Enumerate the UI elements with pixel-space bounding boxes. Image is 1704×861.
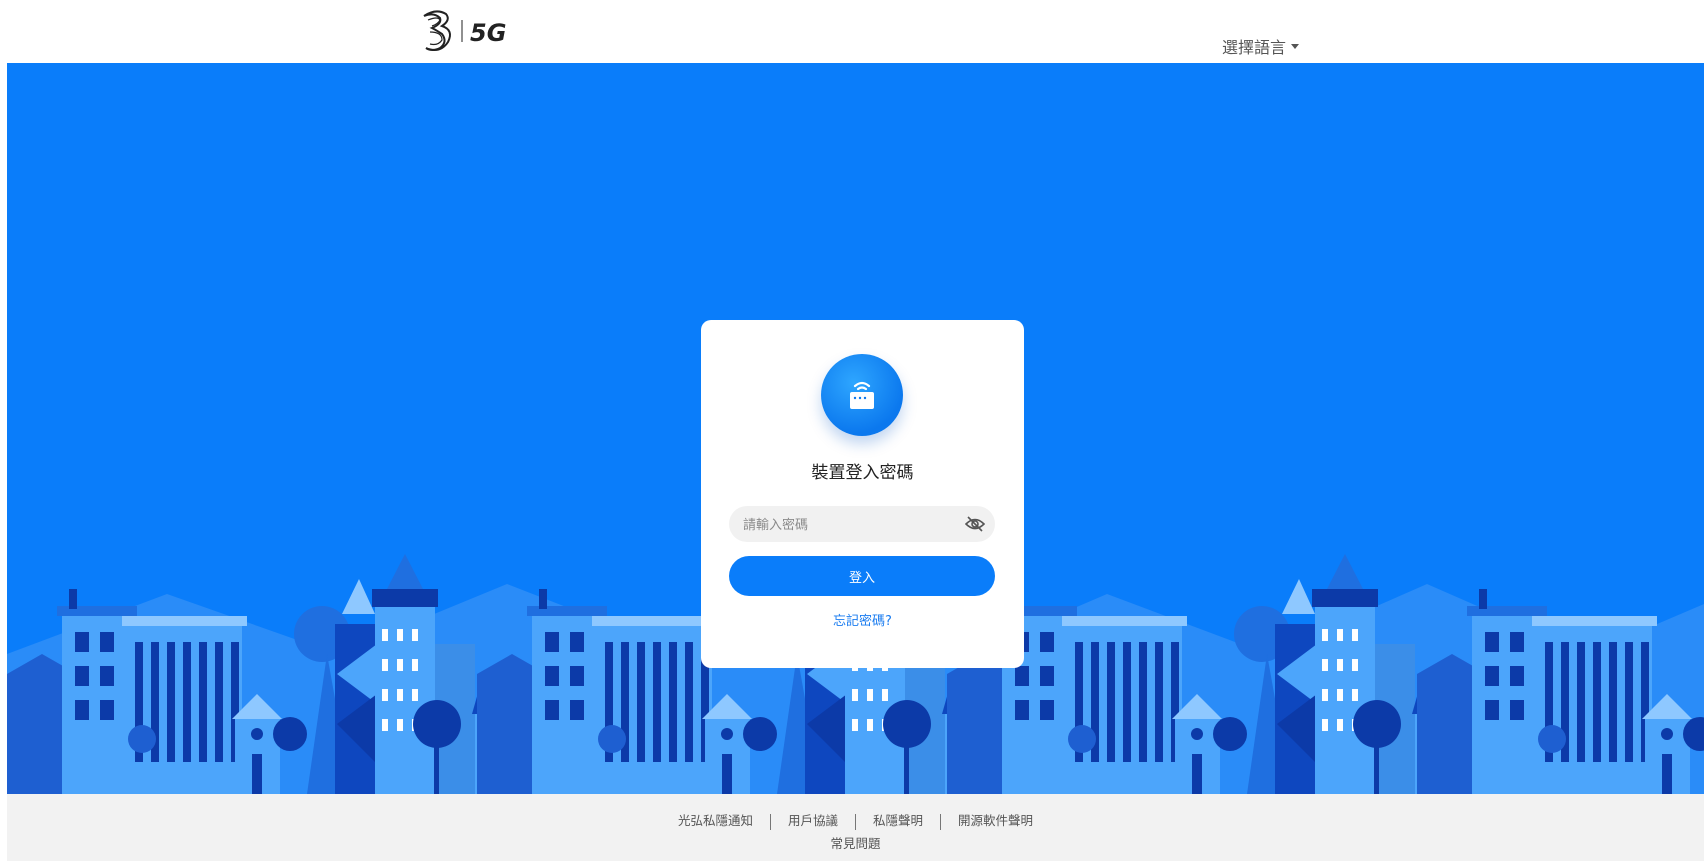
eye-slash-icon[interactable] (965, 515, 985, 533)
password-input[interactable] (741, 506, 965, 544)
password-field[interactable] (729, 506, 995, 544)
login-button[interactable]: 登入 (729, 556, 995, 596)
three-5g-logo-icon: 5G (423, 10, 506, 51)
login-title: 裝置登入密碼 (811, 463, 914, 483)
divider (769, 813, 771, 830)
login-card: 裝置登入密碼 登入 忘記密碼? (701, 320, 1024, 668)
caret-down-icon (1291, 44, 1300, 49)
brand-logo: 5G (416, 6, 516, 56)
logo-text: 5G (470, 19, 506, 47)
forgot-password-link[interactable]: 忘記密碼? (701, 610, 1024, 629)
footer-links: 光弘私隱通知 用戶協議 私隱聲明 開源軟件聲明 (7, 810, 1704, 830)
privacy-notice-link[interactable]: 光弘私隱通知 (678, 813, 753, 828)
faq-link[interactable]: 常見問題 (7, 833, 1704, 852)
hero-background: 裝置登入密碼 登入 忘記密碼? (7, 63, 1704, 794)
device-avatar (821, 354, 903, 436)
router-wifi-icon (850, 381, 874, 409)
user-agreement-link[interactable]: 用戶協議 (788, 813, 838, 828)
divider (855, 813, 856, 830)
language-label: 選擇語言 (1222, 38, 1287, 57)
divider (940, 813, 942, 830)
page-footer: 光弘私隱通知 用戶協議 私隱聲明 開源軟件聲明 常見問題 (7, 794, 1704, 861)
open-source-notice-link[interactable]: 開源軟件聲明 (958, 813, 1033, 828)
top-header: 5G 選擇語言 (0, 0, 1704, 63)
language-selector[interactable]: 選擇語言 (1222, 34, 1300, 58)
privacy-statement-link[interactable]: 私隱聲明 (873, 813, 923, 828)
